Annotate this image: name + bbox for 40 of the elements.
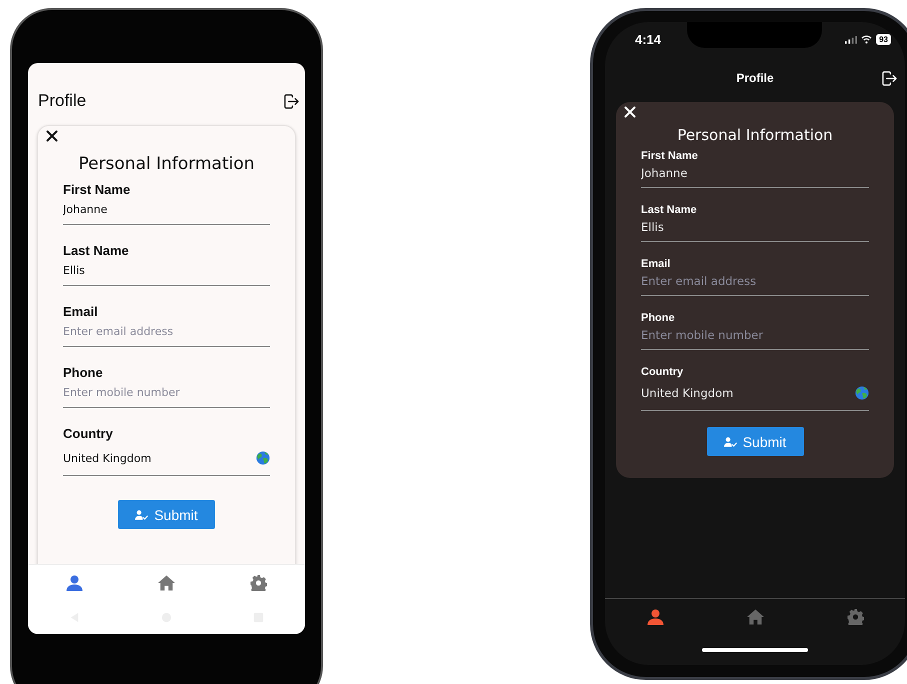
input-field[interactable]: Ellis: [63, 264, 270, 277]
input-field[interactable]: Enter email address: [641, 274, 869, 288]
profile-tab[interactable]: [65, 574, 84, 592]
screen-title: Profile: [736, 71, 774, 85]
settings-tab[interactable]: [846, 608, 864, 626]
user-check-icon: [724, 436, 737, 446]
field-label: Email: [63, 304, 99, 319]
close-icon[interactable]: [46, 130, 58, 142]
field-label: First Name: [63, 182, 132, 197]
logout-icon[interactable]: [284, 94, 299, 108]
field-label: Email: [641, 258, 672, 270]
globe-icon: [256, 451, 270, 465]
form-title: Personal Information: [676, 126, 834, 144]
submit-button[interactable]: Submit: [706, 427, 804, 456]
user-check-icon: [135, 510, 148, 520]
field-label: First Name: [641, 150, 699, 162]
field-label: Phone: [63, 365, 104, 380]
battery-level: 93: [876, 34, 891, 44]
settings-tab[interactable]: [250, 574, 268, 592]
field-label: Country: [641, 366, 684, 378]
wifi-icon: [861, 34, 872, 44]
input-field[interactable]: Ellis: [641, 220, 869, 234]
field-label: Last Name: [641, 204, 698, 216]
home-tab[interactable]: [746, 608, 764, 626]
input-field[interactable]: Enter mobile number: [63, 386, 270, 399]
input-field[interactable]: Enter email address: [63, 325, 270, 338]
signal-icon: [845, 34, 858, 44]
status-time: 4:14: [635, 32, 662, 46]
globe-icon: [855, 386, 869, 400]
input-field[interactable]: Enter mobile number: [641, 328, 869, 342]
form-title: Personal Information: [77, 154, 256, 174]
home-tab[interactable]: [157, 574, 176, 592]
screen-title: Profile: [38, 91, 86, 111]
field-label: Phone: [641, 312, 676, 324]
field-label: Country: [63, 426, 114, 441]
profile-tab[interactable]: [646, 608, 664, 626]
input-field[interactable]: United Kingdom: [641, 386, 855, 400]
field-label: Last Name: [63, 243, 130, 258]
input-field[interactable]: United Kingdom: [63, 452, 256, 464]
submit-button[interactable]: Submit: [118, 500, 215, 529]
